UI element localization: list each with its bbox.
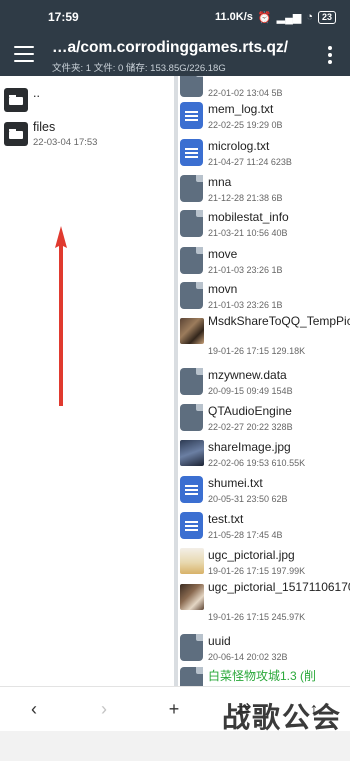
folder-icon (4, 88, 28, 112)
item-name: MsdkShareToQQ_TempPic.jpg (208, 314, 350, 328)
left-pane: .. files 22-03-04 17:53 (0, 76, 174, 686)
add-button[interactable]: + (162, 697, 186, 721)
wifi-icon: ◔ (306, 11, 313, 23)
item-meta: 22-02-06 19:53 610.55K (208, 458, 306, 468)
item-name: uuid (208, 634, 231, 648)
text-file-icon (180, 139, 203, 166)
file-icon (180, 76, 203, 97)
alarm-icon: ⏰ (257, 11, 272, 24)
red-arrow-annotation (55, 226, 67, 406)
item-meta: 21-03-21 10:56 40B (208, 228, 288, 238)
list-item[interactable]: ugc_pictorial_1517110617097.jpg 19-01-26… (178, 578, 350, 628)
status-time: 17:59 (48, 10, 79, 24)
item-name: shareImage.jpg (208, 440, 291, 454)
item-meta: 19-01-26 17:15 197.99K (208, 566, 306, 576)
text-file-icon (180, 476, 203, 503)
text-file-icon (180, 512, 203, 539)
item-meta: 21-05-28 17:45 4B (208, 530, 283, 540)
list-item-parent-folder[interactable]: .. (4, 86, 40, 112)
back-button[interactable]: ‹ (22, 697, 46, 721)
file-icon (180, 175, 203, 202)
image-thumbnail (180, 584, 204, 610)
item-name: shumei.txt (208, 476, 263, 490)
app-bar: …a/com.corrodinggames.rts.qz/ 文件夹: 1 文件:… (0, 34, 350, 76)
path-info: 文件夹: 1 文件: 0 储存: 153.85G/226.18G (52, 63, 226, 74)
file-icon (180, 247, 203, 274)
folder-icon (4, 122, 28, 146)
file-icon (180, 667, 203, 686)
item-name: mna (208, 175, 232, 189)
list-item[interactable]: 白菜怪物攻城1.3 (削 (178, 661, 350, 686)
status-icons: 11.0K/s ⏰ ▂▄▆ ◔ 23 (214, 10, 336, 24)
watermark-logo: 战歌公会 (221, 701, 342, 734)
item-meta: 21-12-28 21:38 6B (208, 193, 283, 203)
status-bar: 17:59 11.0K/s ⏰ ▂▄▆ ◔ 23 (0, 0, 350, 34)
menu-icon[interactable] (14, 46, 34, 62)
item-meta: 21-04-27 11:24 623B (208, 157, 292, 167)
file-icon (180, 210, 203, 237)
item-meta: 20-05-31 23:50 62B (208, 494, 288, 504)
item-meta: 22-02-27 20:22 328B (208, 422, 293, 432)
item-name: files (33, 120, 56, 134)
item-name: mzywnew.data (208, 368, 287, 382)
file-icon (180, 282, 203, 309)
text-file-icon (180, 102, 203, 129)
net-speed: 11.0K/s (214, 11, 253, 23)
item-meta: 21-01-03 23:26 1B (208, 300, 283, 310)
item-name: QTAudioEngine (208, 404, 292, 418)
item-meta: 19-01-26 17:15 245.97K (208, 612, 306, 622)
image-thumbnail (180, 440, 204, 466)
signal-icon: ▂▄▆ (276, 11, 302, 24)
more-options-icon[interactable] (328, 46, 332, 64)
item-name: movn (208, 282, 238, 296)
item-name: microlog.txt (208, 139, 270, 153)
file-icon (180, 368, 203, 395)
item-meta: 21-01-03 23:26 1B (208, 265, 283, 275)
path-title: …a/com.corrodinggames.rts.qz/ (52, 39, 288, 56)
item-name: mobilestat_info (208, 210, 289, 224)
item-name: move (208, 247, 238, 261)
item-meta: 22-02-25 19:29 0B (208, 120, 283, 130)
item-name: ugc_pictorial.jpg (208, 548, 295, 562)
item-date: 22-03-04 17:53 (33, 137, 98, 148)
image-thumbnail (180, 548, 204, 574)
item-name: test.txt (208, 512, 244, 526)
item-name: ugc_pictorial_1517110617097.jpg (208, 580, 350, 594)
item-meta: 19-01-26 17:15 129.18K (208, 346, 306, 356)
file-icon (180, 634, 203, 661)
list-item-files-folder[interactable]: files 22-03-04 17:53 (4, 120, 97, 148)
forward-button[interactable]: › (92, 697, 116, 721)
file-icon (180, 404, 203, 431)
item-name: 白菜怪物攻城1.3 (削 (208, 669, 317, 683)
item-meta: 20-09-15 09:49 154B (208, 386, 293, 396)
item-name: .. (33, 86, 40, 100)
battery-icon: 23 (317, 10, 336, 24)
item-name: mem_log.txt (208, 102, 274, 116)
list-item[interactable]: MsdkShareToQQ_TempPic.jpg 19-01-26 17:15… (178, 312, 350, 362)
image-thumbnail (180, 318, 204, 344)
right-pane: 22-01-02 13:04 5B mem_log.txt 22-02-25 1… (178, 76, 350, 686)
